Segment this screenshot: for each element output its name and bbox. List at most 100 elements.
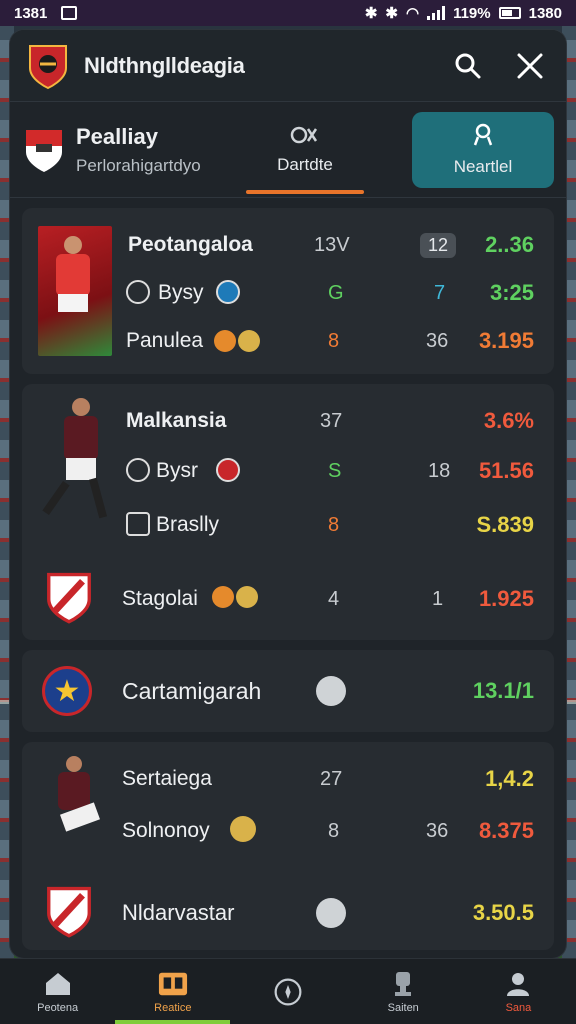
soccer-ball-icon <box>316 898 346 928</box>
table-row[interactable]: Stagolai 4 1 1.925 <box>22 584 554 614</box>
player-name: Malkansia <box>126 409 227 432</box>
team-name: Nldarvastar <box>122 900 235 925</box>
award-icon <box>473 123 493 145</box>
odds-value[interactable]: 51.56 <box>479 458 534 484</box>
table-row[interactable]: Panulea 8 36 3.195 <box>22 326 554 356</box>
team-shield-icon <box>216 458 240 482</box>
search-button[interactable] <box>448 46 488 86</box>
table-row[interactable]: Sertaiega 27 1,4.2 <box>22 764 554 794</box>
nav-home[interactable]: Peotena <box>0 959 115 1024</box>
profile-icon <box>503 970 533 998</box>
stat-2: 1 <box>432 587 444 610</box>
stat-1: 37 <box>320 409 343 432</box>
coin-icon <box>238 330 260 352</box>
tab-date-label: Dartdte <box>277 154 333 174</box>
main-panel: Nldthnglldeagia Pealliay Perlorahigartdy… <box>10 30 566 958</box>
stat-1: 4 <box>328 587 340 610</box>
table-row[interactable]: Nldarvastar 3.50.5 <box>22 898 554 928</box>
club-crest-icon <box>26 42 70 90</box>
nav-scores-label: Reatice <box>154 1001 192 1014</box>
league-tab-row: Pealliay Perlorahigartdyo Dartdte Neartl… <box>10 102 566 198</box>
stat-1: G <box>328 281 344 304</box>
coin-icon <box>236 586 258 608</box>
match-card[interactable]: Malkansia 37 3.6% Bysr S 18 51.56 Brasll… <box>22 384 554 640</box>
battery-percent: 119% <box>453 4 491 22</box>
scoreboard-icon <box>158 970 188 998</box>
tab-new-label: Neartlel <box>453 156 513 176</box>
table-row[interactable]: Malkansia 37 3.6% <box>22 406 554 436</box>
bottom-nav: Peotena Reatice Saiten Sana <box>0 958 576 1024</box>
odds-value[interactable]: 2..36 <box>485 232 534 258</box>
search-icon <box>455 53 481 78</box>
nav-standings[interactable]: Saiten <box>346 959 461 1024</box>
stat-1: 13V <box>314 233 350 256</box>
team-name: Braslly <box>156 513 220 536</box>
odds-value[interactable]: 3:25 <box>490 280 534 306</box>
close-icon <box>517 53 543 78</box>
odds-value[interactable]: 13.1/1 <box>473 678 534 704</box>
match-card[interactable]: ★ Cartamigarah 13.1/1 <box>22 650 554 732</box>
battery-icon <box>498 7 521 19</box>
league-info[interactable]: Pealliay Perlorahigartdyo <box>22 124 246 176</box>
ball-icon <box>212 586 234 608</box>
table-row[interactable]: Bysy G 7 3:25 <box>22 278 554 308</box>
league-title: Pealliay <box>76 123 158 149</box>
nav-profile[interactable]: Sana <box>461 959 576 1024</box>
bluetooth-icon: ✱ <box>364 5 378 22</box>
odds-value[interactable]: S.839 <box>477 512 535 538</box>
player-name: Sertaiega <box>122 767 212 790</box>
table-row[interactable]: Peotangaloa 13V 12 2..36 <box>22 230 554 260</box>
nav-explore[interactable] <box>230 959 345 1024</box>
team-name: Bysr <box>156 459 198 482</box>
stat-1: S <box>328 459 342 482</box>
match-card[interactable]: Peotangaloa 13V 12 2..36 Bysy G 7 3:25 P… <box>22 208 554 374</box>
calendar-icon <box>290 126 318 143</box>
table-row[interactable]: Cartamigarah 13.1/1 <box>22 676 554 706</box>
home-icon <box>43 970 73 998</box>
notification-icon <box>61 6 78 20</box>
match-card[interactable]: Sertaiega 27 1,4.2 Solnonoy 8 36 8.375 N… <box>22 742 554 950</box>
team-shield-icon <box>126 512 150 536</box>
team-name: Bysy <box>158 281 204 304</box>
coin-icon <box>230 816 256 842</box>
team-shield-icon <box>216 280 240 304</box>
stat-1: 27 <box>320 767 343 790</box>
stat-1: 8 <box>328 819 340 842</box>
stat-2: 7 <box>434 281 446 304</box>
signal-icon <box>427 6 446 20</box>
odds-value[interactable]: 3.6% <box>484 408 534 434</box>
team-name: Solnonoy <box>122 819 210 842</box>
odds-value[interactable]: 1.925 <box>479 586 534 612</box>
nav-profile-label: Sana <box>505 1001 532 1014</box>
table-row[interactable]: Solnonoy 8 36 8.375 <box>22 816 554 846</box>
stat-2: 36 <box>426 329 449 352</box>
nav-standings-label: Saiten <box>387 1001 419 1014</box>
league-crest-icon <box>22 126 66 174</box>
stat-1: 8 <box>328 513 340 536</box>
odds-value[interactable]: 1,4.2 <box>485 766 534 792</box>
table-row[interactable]: Bysr S 18 51.56 <box>22 456 554 486</box>
odds-value[interactable]: 3.50.5 <box>473 900 534 926</box>
team-badge-icon <box>126 458 150 482</box>
compass-icon <box>273 978 303 1006</box>
ball-icon <box>214 330 236 352</box>
app-title: Nldthnglldeagia <box>84 52 245 78</box>
trophy-icon <box>388 970 418 998</box>
tab-new[interactable]: Neartlel <box>412 111 554 188</box>
league-subtitle: Perlorahigartdyo <box>76 155 201 175</box>
close-button[interactable] <box>510 46 550 86</box>
team-name: Stagolai <box>122 587 198 610</box>
status-time-left: 1381 <box>14 4 48 22</box>
tab-date[interactable]: Dartdte <box>246 112 364 194</box>
odds-value[interactable]: 8.375 <box>479 818 534 844</box>
stat-2: 18 <box>428 459 451 482</box>
player-name: Peotangaloa <box>128 233 253 256</box>
team-badge-icon <box>126 280 150 304</box>
team-name: Cartamigarah <box>122 677 262 704</box>
odds-value[interactable]: 3.195 <box>479 328 534 354</box>
table-row[interactable]: Braslly 8 S.839 <box>22 510 554 540</box>
soccer-ball-icon <box>316 676 346 706</box>
stat-1: 8 <box>328 329 340 352</box>
app-header: Nldthnglldeagia <box>10 30 566 102</box>
nav-scores[interactable]: Reatice <box>115 959 231 1024</box>
